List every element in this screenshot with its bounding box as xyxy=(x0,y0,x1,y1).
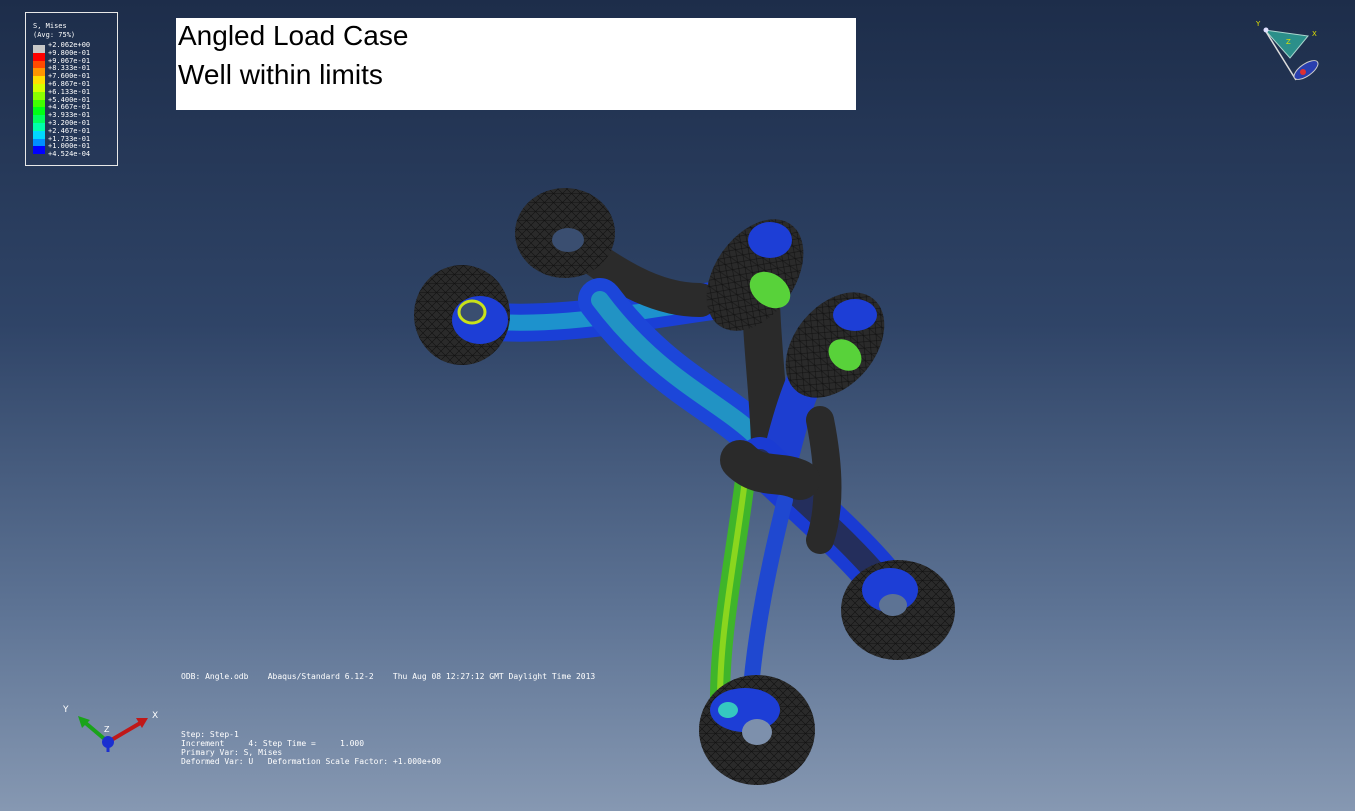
triad-y-label: Y xyxy=(62,705,69,715)
triad-z-label: Z xyxy=(104,725,110,734)
view-compass[interactable]: Y X Z xyxy=(1250,18,1330,90)
compass-y-label: Y xyxy=(1255,20,1261,28)
lug-lower-right xyxy=(841,560,955,660)
axis-triad: Y X Z xyxy=(62,705,158,752)
step-info: Step: Step-1 Increment 4: Step Time = 1.0… xyxy=(181,730,441,766)
primary-var-line: Primary Var: S, Mises xyxy=(181,748,283,757)
triad-x-label: X xyxy=(152,711,158,721)
lug-top-left xyxy=(515,188,615,278)
fea-model-viewport[interactable] xyxy=(0,0,1355,811)
lug-bottom xyxy=(699,675,815,785)
odb-info: ODB: Angle.odb Abaqus/Standard 6.12-2 Th… xyxy=(181,672,596,681)
lug-left xyxy=(414,265,510,365)
compass-x-label: X xyxy=(1312,30,1317,38)
step-line: Step: Step-1 xyxy=(181,730,239,739)
compass-z-label: Z xyxy=(1286,38,1291,46)
increment-line: Increment 4: Step Time = 1.000 xyxy=(181,739,365,748)
deformed-var-line: Deformed Var: U Deformation Scale Factor… xyxy=(181,757,442,766)
